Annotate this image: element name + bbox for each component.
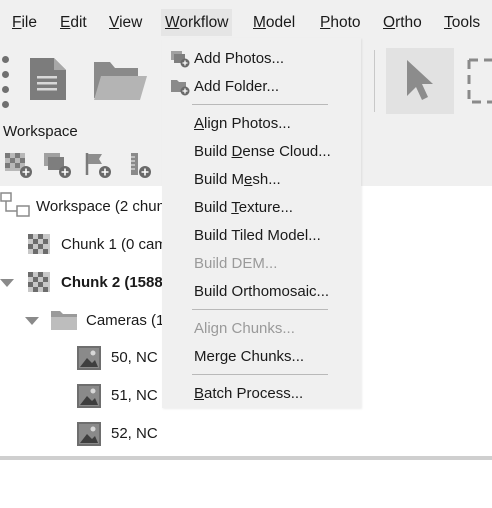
menu-separator: [192, 374, 328, 375]
menu-separator: [192, 309, 328, 310]
chunk-icon: [28, 272, 50, 292]
menu-item-build-mesh[interactable]: Build Mesh...: [194, 168, 281, 192]
tree-workspace-root[interactable]: Workspace (2 chun: [36, 192, 165, 222]
chevron-down-icon[interactable]: [25, 317, 39, 325]
folder-icon: [51, 311, 77, 330]
menu-item-build-tiled-model[interactable]: Build Tiled Model...: [194, 224, 321, 248]
menu-workflow[interactable]: Workflow: [161, 9, 233, 36]
tree-cameras[interactable]: Cameras (1: [86, 306, 164, 336]
workspace-title: Workspace: [3, 123, 78, 140]
workspace-tree-icon: [0, 192, 30, 217]
tree-chunk-2[interactable]: Chunk 2 (1588: [61, 268, 163, 298]
add-photos-icon[interactable]: [43, 151, 73, 179]
menu-item-build-dem: Build DEM...: [194, 255, 278, 272]
menu-tools[interactable]: Tools: [440, 9, 484, 36]
menu-edit[interactable]: Edit: [56, 9, 91, 36]
add-chunk-icon[interactable]: [4, 151, 34, 179]
menu-photo[interactable]: Photo: [316, 9, 365, 36]
tree-chunk-1[interactable]: Chunk 1 (0 cam: [61, 230, 167, 260]
menu-item-align-chunks: Align Chunks...: [194, 320, 295, 337]
menu-item-merge-chunks[interactable]: Merge Chunks...: [194, 345, 304, 369]
open-folder-icon[interactable]: [92, 58, 148, 102]
menu-separator: [192, 104, 328, 105]
tree-photo-51[interactable]: 51, NC: [111, 381, 158, 411]
photo-icon: [77, 422, 101, 446]
menu-item-add-folder[interactable]: Add Folder...: [194, 75, 279, 99]
toolbar-separator: [374, 50, 375, 112]
photo-icon: [77, 384, 101, 408]
tree-photo-52[interactable]: 52, NC: [111, 419, 158, 449]
add-marker-icon[interactable]: [84, 151, 114, 179]
menu-view[interactable]: View: [105, 9, 146, 36]
tree-photo-50[interactable]: 50, NC: [111, 343, 158, 373]
chevron-down-icon[interactable]: [0, 279, 14, 287]
menu-item-build-orthomosaic[interactable]: Build Orthomosaic...: [194, 280, 329, 304]
menu-item-add-photos[interactable]: Add Photos...: [194, 47, 284, 71]
add-scalebar-icon[interactable]: [126, 151, 156, 179]
add-folder-icon: [171, 80, 190, 96]
menu-item-build-texture[interactable]: Build Texture...: [194, 196, 293, 220]
toolbar-grip-icon[interactable]: [2, 56, 10, 108]
menu-item-align-photos[interactable]: Align Photos...: [194, 112, 291, 136]
menu-model[interactable]: Model: [249, 9, 299, 36]
workflow-menu: Add Photos... Add Folder... Align Photos…: [162, 38, 361, 408]
new-document-icon[interactable]: [28, 56, 68, 102]
chunk-icon: [28, 234, 50, 254]
menu-item-batch-process[interactable]: Batch Process...: [194, 382, 303, 406]
menu-ortho[interactable]: Ortho: [379, 9, 426, 36]
selection-rectangle-icon[interactable]: [465, 58, 492, 104]
pointer-icon: [407, 60, 433, 100]
menu-item-build-dense-cloud[interactable]: Build Dense Cloud...: [194, 140, 331, 164]
add-photos-icon: [171, 51, 190, 68]
photo-icon: [77, 346, 101, 370]
menu-file[interactable]: File: [8, 9, 41, 36]
pane-bottom-border: [0, 456, 492, 460]
